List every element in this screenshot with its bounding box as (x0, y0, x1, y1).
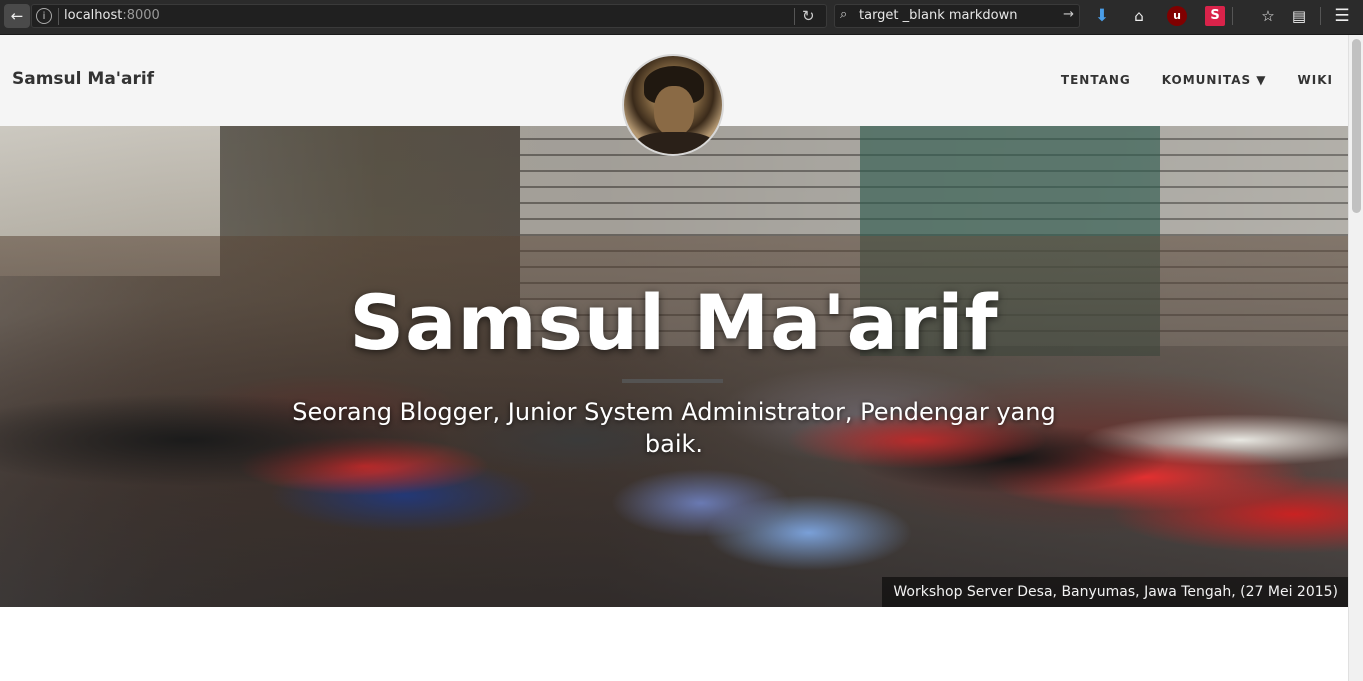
search-bar[interactable]: ⌕ target _blank markdown → (834, 4, 1080, 28)
url-host: localhost (64, 8, 123, 23)
hero-header: Samsul Ma'arif Seorang Blogger, Junior S… (0, 126, 1348, 607)
url-text[interactable]: localhost:8000 (64, 8, 160, 23)
main-nav: TENTANG KOMUNITAS ▼ WIKI (1061, 73, 1333, 87)
reload-icon[interactable]: ↻ (802, 7, 815, 25)
nav-item-wiki[interactable]: WIKI (1298, 73, 1333, 87)
url-port: :8000 (122, 8, 160, 23)
back-arrow-icon[interactable]: ← (4, 4, 30, 28)
home-icon[interactable]: ⌂ (1128, 5, 1150, 27)
search-query[interactable]: target _blank markdown (859, 8, 1017, 23)
url-bar-separator (794, 8, 795, 25)
hero-title: Samsul Ma'arif (349, 278, 999, 367)
site-brand[interactable]: Samsul Ma'arif (12, 69, 154, 89)
toolbar-divider (1232, 7, 1233, 25)
ublock-icon[interactable]: u (1167, 6, 1187, 26)
vertical-scrollbar[interactable] (1348, 35, 1363, 681)
clipboard-icon[interactable]: ▤ (1288, 5, 1310, 27)
profile-avatar (622, 54, 724, 156)
photo-caption: Workshop Server Desa, Banyumas, Jawa Ten… (882, 577, 1348, 607)
nav-item-tentang[interactable]: TENTANG (1061, 73, 1131, 87)
stylish-icon[interactable]: S (1205, 6, 1225, 26)
search-go-icon[interactable]: → (1063, 7, 1074, 22)
search-icon: ⌕ (840, 7, 848, 22)
avatar-face (654, 86, 694, 136)
nav-item-komunitas[interactable]: KOMUNITAS ▼ (1162, 73, 1267, 87)
info-icon[interactable]: i (36, 8, 52, 24)
hero-subtitle: Seorang Blogger, Junior System Administr… (292, 398, 1056, 458)
scrollbar-thumb[interactable] (1352, 39, 1361, 213)
hamburger-menu-icon[interactable]: ☰ (1331, 5, 1353, 27)
hero-divider (622, 379, 723, 383)
download-icon[interactable]: ⬇ (1091, 5, 1113, 27)
url-bar[interactable]: i localhost:8000 ↻ (31, 4, 827, 28)
avatar-shirt (632, 132, 718, 154)
url-bar-separator (58, 8, 59, 25)
toolbar-divider (1320, 7, 1321, 25)
star-icon[interactable]: ☆ (1257, 5, 1279, 27)
site-navbar: Samsul Ma'arif TENTANG KOMUNITAS ▼ WIKI (0, 35, 1348, 156)
browser-toolbar: ← i localhost:8000 ↻ ⌕ target _blank mar… (0, 0, 1363, 35)
